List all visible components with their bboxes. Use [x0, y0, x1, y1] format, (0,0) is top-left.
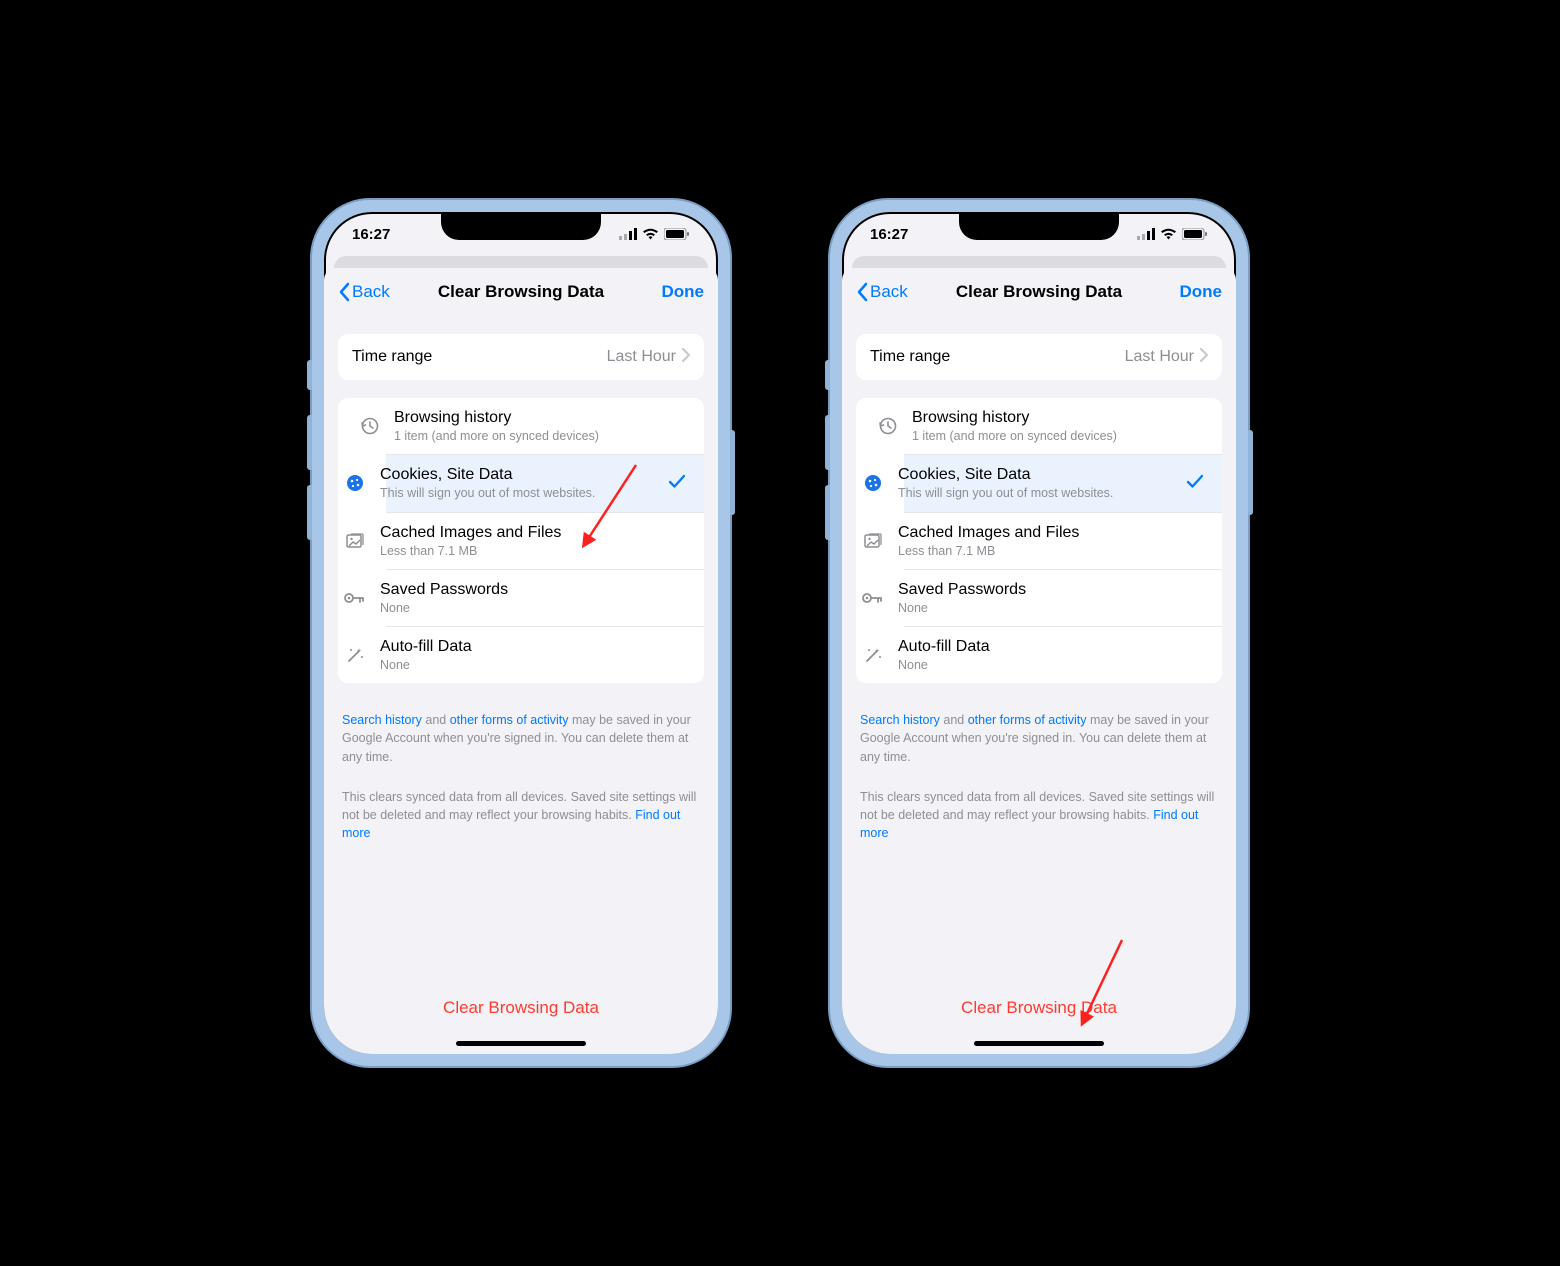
- other-activity-link[interactable]: other forms of activity: [450, 713, 569, 727]
- footnote-2: This clears synced data from all devices…: [338, 788, 704, 842]
- wand-icon: [856, 645, 890, 665]
- cache-title: Cached Images and Files: [380, 523, 690, 543]
- clear-browsing-data-button[interactable]: Clear Browsing Data: [842, 998, 1236, 1018]
- back-button[interactable]: Back: [338, 282, 390, 302]
- autofill-title: Auto-fill Data: [898, 637, 1208, 657]
- history-title: Browsing history: [912, 408, 1208, 428]
- row-cookies[interactable]: Cookies, Site DataThis will sign you out…: [904, 454, 1222, 511]
- cellular-signal-icon: [619, 228, 637, 240]
- back-button[interactable]: Back: [856, 282, 908, 302]
- chevron-right-icon: [682, 348, 690, 367]
- iphone-frame-right: 16:27 Back Clear Browsing Data Done: [830, 200, 1248, 1066]
- autofill-sub: None: [380, 657, 690, 673]
- cookies-title: Cookies, Site Data: [898, 465, 1186, 485]
- row-cache[interactable]: Cached Images and FilesLess than 7.1 MB: [904, 512, 1222, 569]
- search-history-link[interactable]: Search history: [342, 713, 422, 727]
- autofill-title: Auto-fill Data: [380, 637, 690, 657]
- data-types-group: Browsing history1 item (and more on sync…: [856, 398, 1222, 683]
- wifi-icon: [642, 228, 659, 240]
- time-range-label: Time range: [870, 347, 1125, 367]
- back-label: Back: [870, 282, 908, 302]
- passwords-title: Saved Passwords: [380, 580, 690, 600]
- back-label: Back: [352, 282, 390, 302]
- passwords-title: Saved Passwords: [898, 580, 1208, 600]
- row-passwords[interactable]: Saved PasswordsNone: [386, 569, 704, 626]
- chevron-left-icon: [856, 282, 868, 302]
- cache-sub: Less than 7.1 MB: [380, 543, 690, 559]
- image-icon: [856, 531, 890, 551]
- row-cookies[interactable]: Cookies, Site DataThis will sign you out…: [386, 454, 704, 511]
- cellular-signal-icon: [1137, 228, 1155, 240]
- history-icon: [870, 416, 904, 436]
- status-time: 16:27: [352, 226, 390, 243]
- wand-icon: [338, 645, 372, 665]
- checkmark-icon: [668, 473, 686, 494]
- cookies-sub: This will sign you out of most websites.: [898, 485, 1186, 501]
- wifi-icon: [1160, 228, 1177, 240]
- home-indicator[interactable]: [456, 1041, 586, 1046]
- battery-icon: [664, 228, 690, 240]
- iphone-frame-left: 16:27 Back Clear Browsing Data Done: [312, 200, 730, 1066]
- nav-bar: Back Clear Browsing Data Done: [842, 268, 1236, 316]
- chevron-right-icon: [1200, 348, 1208, 367]
- clear-browsing-data-button[interactable]: Clear Browsing Data: [324, 998, 718, 1018]
- history-title: Browsing history: [394, 408, 690, 428]
- notch: [959, 212, 1119, 240]
- time-range-value: Last Hour: [607, 348, 676, 366]
- modal-sheet: Back Clear Browsing Data Done Time range…: [324, 268, 718, 1054]
- row-browsing-history[interactable]: Browsing history1 item (and more on sync…: [338, 398, 704, 454]
- row-autofill[interactable]: Auto-fill DataNone: [904, 626, 1222, 683]
- history-sub: 1 item (and more on synced devices): [912, 428, 1208, 444]
- notch: [441, 212, 601, 240]
- done-button[interactable]: Done: [1180, 282, 1223, 302]
- cache-sub: Less than 7.1 MB: [898, 543, 1208, 559]
- passwords-sub: None: [380, 600, 690, 616]
- time-range-row[interactable]: Time range Last Hour: [338, 334, 704, 380]
- row-autofill[interactable]: Auto-fill DataNone: [386, 626, 704, 683]
- row-passwords[interactable]: Saved PasswordsNone: [904, 569, 1222, 626]
- time-range-group: Time range Last Hour: [856, 334, 1222, 380]
- footnote-1: Search history and other forms of activi…: [338, 711, 704, 765]
- other-activity-link[interactable]: other forms of activity: [968, 713, 1087, 727]
- search-history-link[interactable]: Search history: [860, 713, 940, 727]
- image-icon: [338, 531, 372, 551]
- cookie-icon: [856, 473, 890, 493]
- done-button[interactable]: Done: [662, 282, 705, 302]
- time-range-label: Time range: [352, 347, 607, 367]
- history-sub: 1 item (and more on synced devices): [394, 428, 690, 444]
- footnote-1: Search history and other forms of activi…: [856, 711, 1222, 765]
- modal-sheet: Back Clear Browsing Data Done Time range…: [842, 268, 1236, 1054]
- chevron-left-icon: [338, 282, 350, 302]
- time-range-group: Time range Last Hour: [338, 334, 704, 380]
- row-cache[interactable]: Cached Images and FilesLess than 7.1 MB: [386, 512, 704, 569]
- screen: 16:27 Back Clear Browsing Data Done: [324, 212, 718, 1054]
- autofill-sub: None: [898, 657, 1208, 673]
- key-icon: [338, 591, 372, 605]
- cookies-title: Cookies, Site Data: [380, 465, 668, 485]
- time-range-row[interactable]: Time range Last Hour: [856, 334, 1222, 380]
- cookies-sub: This will sign you out of most websites.: [380, 485, 668, 501]
- footnote-2: This clears synced data from all devices…: [856, 788, 1222, 842]
- status-time: 16:27: [870, 226, 908, 243]
- data-types-group: Browsing history1 item (and more on sync…: [338, 398, 704, 683]
- time-range-value: Last Hour: [1125, 348, 1194, 366]
- passwords-sub: None: [898, 600, 1208, 616]
- nav-bar: Back Clear Browsing Data Done: [324, 268, 718, 316]
- battery-icon: [1182, 228, 1208, 240]
- cookie-icon: [338, 473, 372, 493]
- home-indicator[interactable]: [974, 1041, 1104, 1046]
- screen: 16:27 Back Clear Browsing Data Done: [842, 212, 1236, 1054]
- key-icon: [856, 591, 890, 605]
- checkmark-icon: [1186, 473, 1204, 494]
- history-icon: [352, 416, 386, 436]
- cache-title: Cached Images and Files: [898, 523, 1208, 543]
- row-browsing-history[interactable]: Browsing history1 item (and more on sync…: [856, 398, 1222, 454]
